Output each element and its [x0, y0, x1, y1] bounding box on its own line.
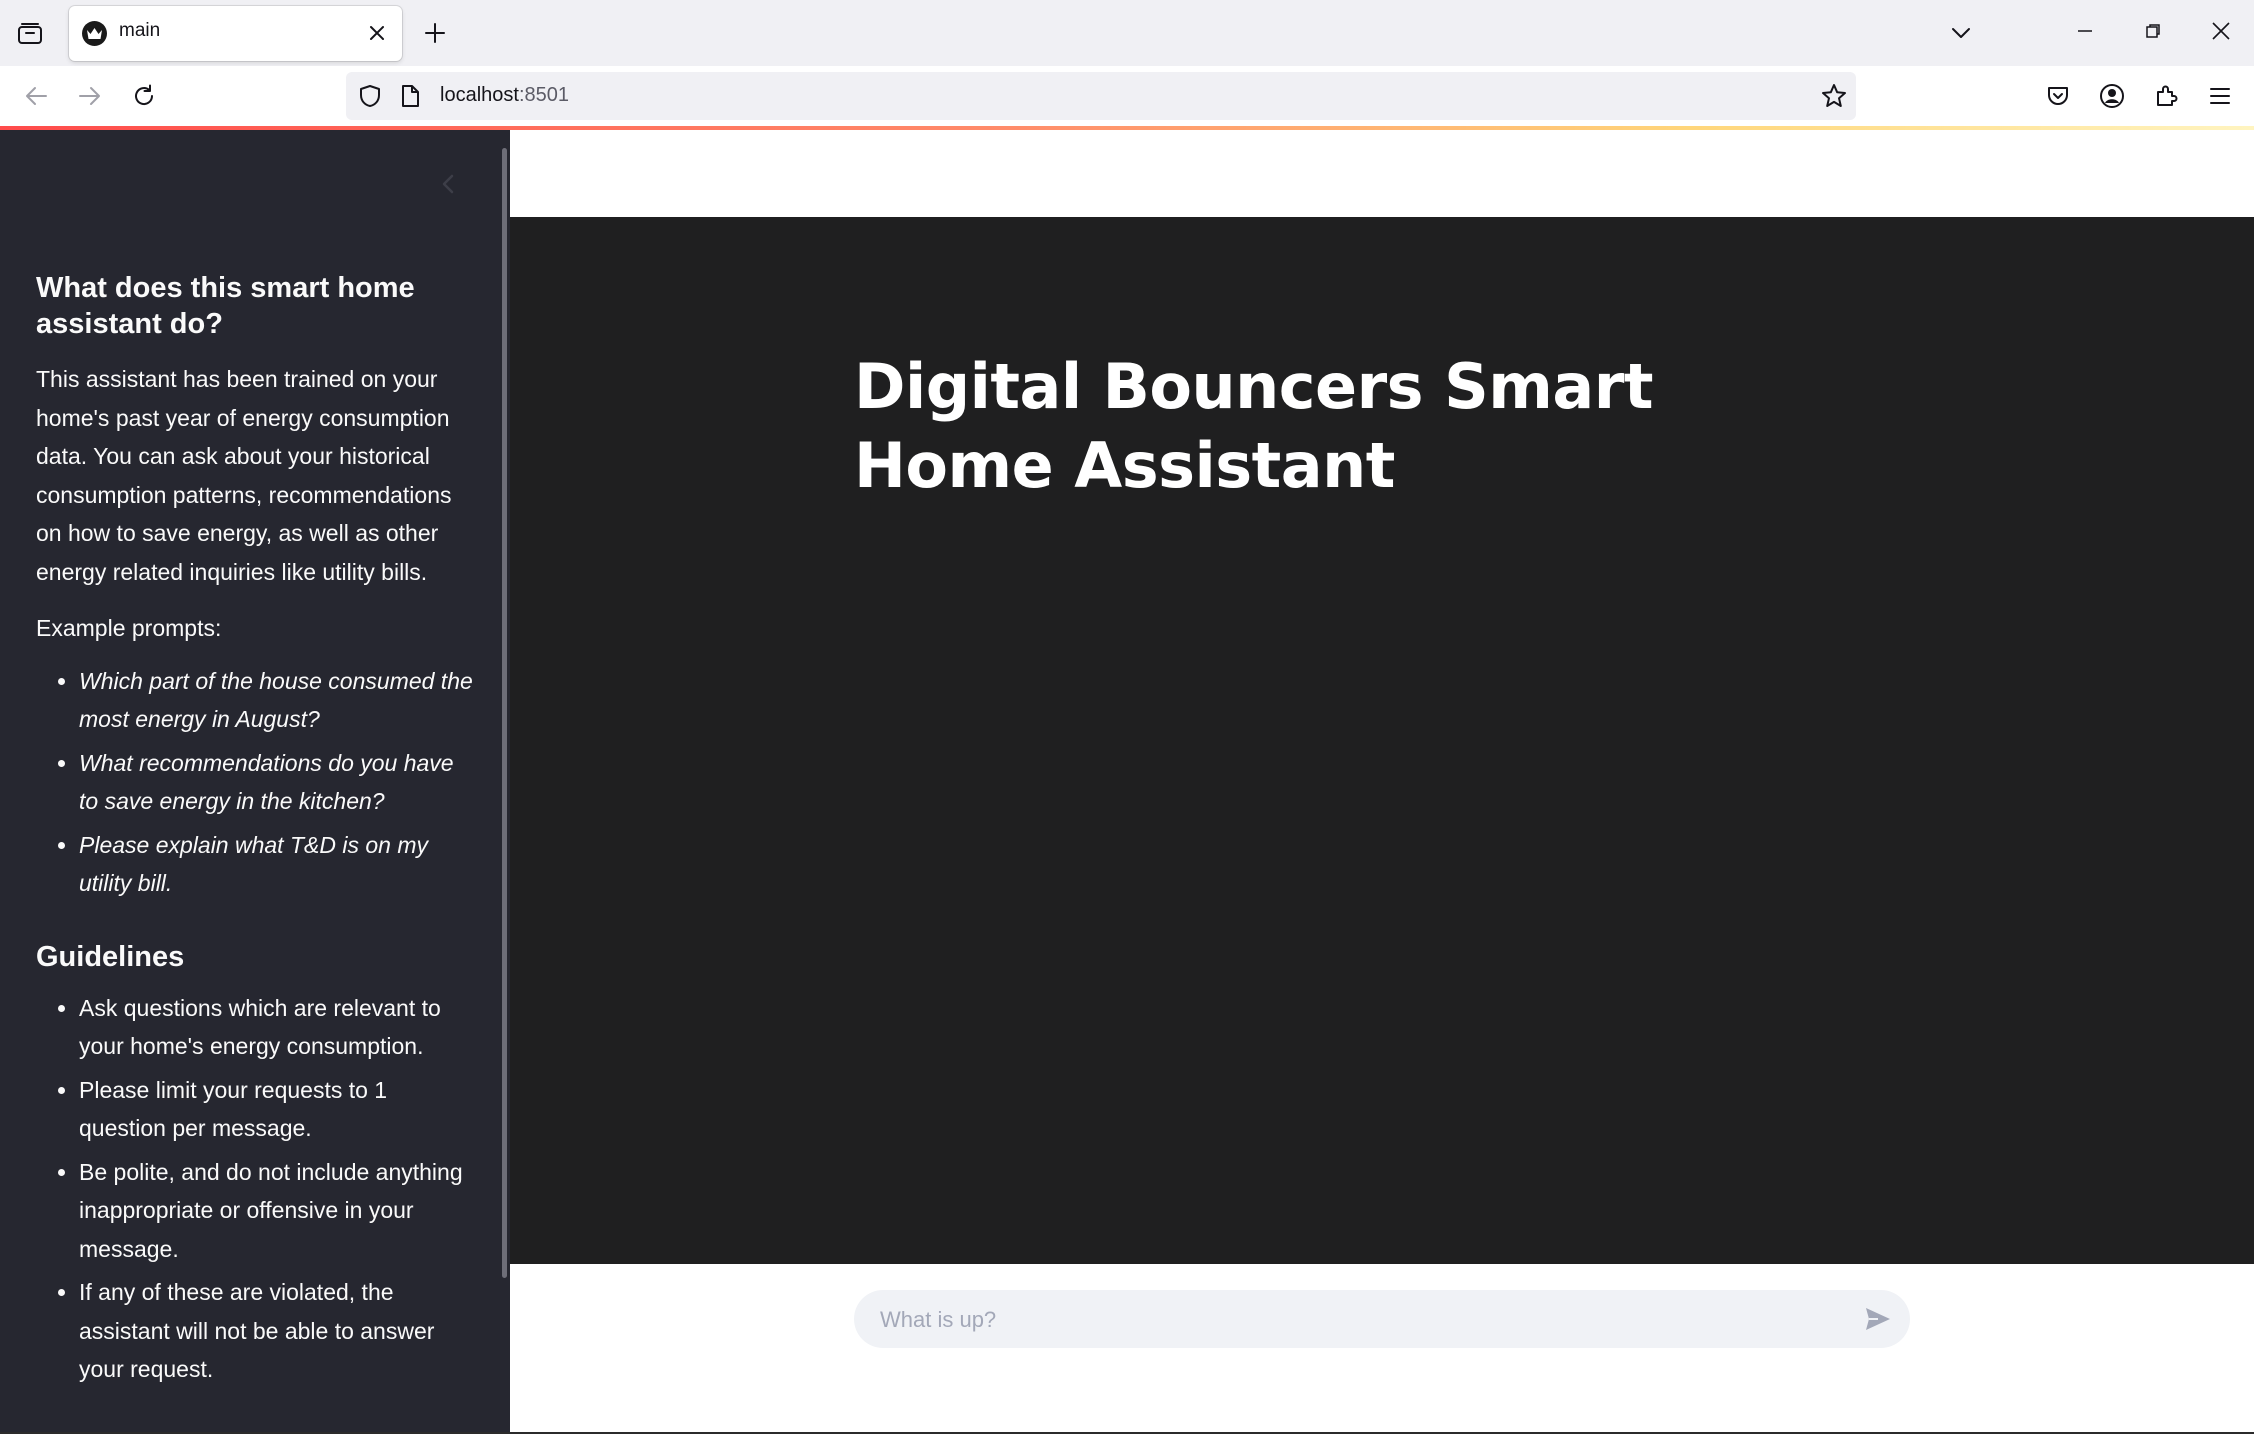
sidebar: What does this smart home assistant do? …	[0, 130, 510, 1434]
url-bar[interactable]: localhost:8501	[346, 72, 1856, 120]
close-window-icon[interactable]	[2204, 14, 2238, 48]
example-prompts-list: Which part of the house consumed the mos…	[36, 662, 476, 903]
sidebar-content: What does this smart home assistant do? …	[36, 270, 476, 1394]
guideline-item: Please limit your requests to 1 question…	[79, 1071, 476, 1148]
collapse-sidebar-chevron-icon[interactable]	[436, 172, 460, 196]
streamlit-favicon-icon	[82, 21, 107, 46]
tab-overview-icon[interactable]	[14, 18, 46, 50]
chat-input-container	[854, 1290, 1910, 1350]
close-tab-icon[interactable]	[364, 20, 390, 46]
bookmark-star-icon[interactable]	[1820, 82, 1848, 110]
example-prompt-item: What recommendations do you have to save…	[79, 744, 476, 821]
reload-icon[interactable]	[126, 78, 162, 114]
guideline-item: Be polite, and do not include anything i…	[79, 1153, 476, 1269]
account-icon[interactable]	[2094, 78, 2130, 114]
browser-tab[interactable]: main	[69, 6, 402, 61]
sidebar-heading: What does this smart home assistant do?	[36, 272, 415, 340]
main-block-container: Digital Bouncers Smart Home Assistant	[510, 217, 2254, 1264]
example-prompt-item: Which part of the house consumed the mos…	[79, 662, 476, 739]
tab-title: main	[119, 20, 161, 41]
sidebar-description: This assistant has been trained on your …	[36, 366, 452, 585]
list-all-tabs-icon[interactable]	[1944, 16, 1978, 50]
guidelines-heading: Guidelines	[36, 940, 185, 973]
tracking-protection-shield-icon[interactable]	[356, 82, 384, 110]
extensions-puzzle-icon[interactable]	[2148, 78, 2184, 114]
chat-input[interactable]	[878, 1290, 1832, 1350]
send-icon[interactable]	[1862, 1303, 1894, 1335]
new-tab-icon[interactable]	[418, 16, 452, 50]
page-info-icon[interactable]	[396, 82, 424, 110]
pocket-icon[interactable]	[2040, 78, 2076, 114]
main-content: Digital Bouncers Smart Home Assistant	[510, 130, 2254, 1434]
guideline-item: Ask questions which are relevant to your…	[79, 989, 476, 1066]
example-prompts-label: Example prompts:	[36, 615, 222, 641]
browser-nav-bar: localhost:8501	[0, 66, 2254, 126]
restore-window-icon[interactable]	[2136, 14, 2170, 48]
url-host: localhost	[440, 84, 519, 106]
guideline-item: If any of these are violated, the assist…	[79, 1273, 476, 1389]
menu-hamburger-icon[interactable]	[2202, 78, 2238, 114]
page-title: Digital Bouncers Smart Home Assistant	[854, 350, 1653, 502]
url-port: :8501	[518, 84, 569, 106]
url-text[interactable]: localhost:8501	[440, 84, 569, 107]
forward-arrow-icon[interactable]	[72, 78, 108, 114]
back-arrow-icon[interactable]	[18, 78, 54, 114]
browser-tab-bar: main	[0, 0, 2254, 66]
example-prompt-item: Please explain what T&D is on my utility…	[79, 826, 476, 903]
sidebar-scrollbar[interactable]	[502, 148, 507, 1278]
guidelines-list: Ask questions which are relevant to your…	[36, 989, 476, 1389]
minimize-window-icon[interactable]	[2068, 14, 2102, 48]
